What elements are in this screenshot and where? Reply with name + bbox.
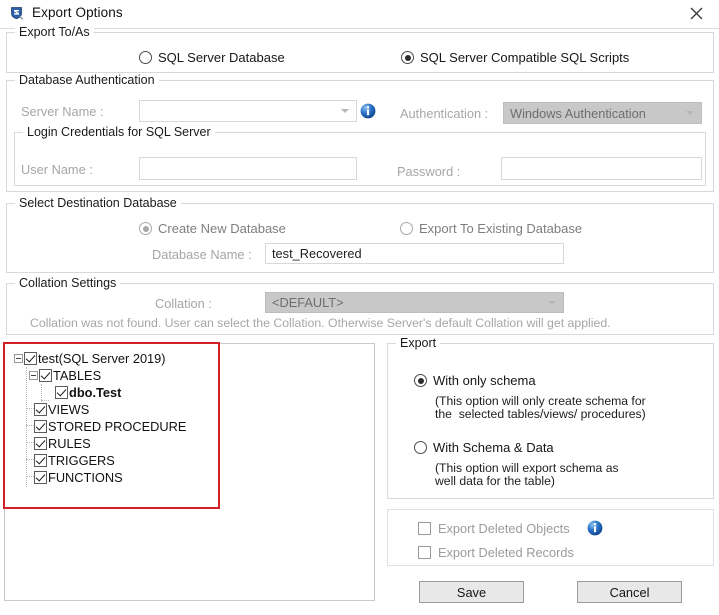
tree-node-label: dbo.Test xyxy=(69,385,122,400)
object-tree: test(SQL Server 2019) TABLES dbo.Test VI… xyxy=(5,344,374,600)
tree-node-dbo-test[interactable]: dbo.Test xyxy=(55,384,121,401)
export-options-legend: Export xyxy=(396,336,441,350)
checkbox-indicator[interactable] xyxy=(418,546,431,559)
tree-node-test[interactable]: test(SQL Server 2019) xyxy=(14,350,166,367)
database-name-value: test_Recovered xyxy=(272,246,362,261)
object-tree-listbox[interactable]: test(SQL Server 2019) TABLES dbo.Test VI… xyxy=(4,343,375,601)
radio-indicator[interactable] xyxy=(414,441,427,454)
authentication-label: Authentication : xyxy=(400,106,489,121)
radio-indicator[interactable] xyxy=(400,222,413,235)
tree-node-label: TRIGGERS xyxy=(48,453,115,468)
radio-export-to-existing-database[interactable]: Export To Existing Database xyxy=(400,221,582,236)
login-credentials-legend: Login Credentials for SQL Server xyxy=(23,125,215,139)
tree-checkbox[interactable] xyxy=(34,454,47,467)
tree-node-stored-procedure[interactable]: STORED PROCEDURE xyxy=(34,418,186,435)
collation-note: Collation was not found. User can select… xyxy=(30,316,611,330)
tree-guide xyxy=(26,459,34,460)
radio-indicator[interactable] xyxy=(139,222,152,235)
authentication-combobox[interactable]: Windows Authentication xyxy=(503,102,702,124)
tree-node-label: RULES xyxy=(48,436,91,451)
radio-sql-server-compatible-sql-scripts[interactable]: SQL Server Compatible SQL Scripts xyxy=(401,50,629,65)
tree-node-rules[interactable]: RULES xyxy=(34,435,91,452)
tree-node-views[interactable]: VIEWS xyxy=(34,401,89,418)
cancel-button-label: Cancel xyxy=(609,584,650,600)
user-name-input[interactable] xyxy=(139,157,357,180)
save-button[interactable]: Save xyxy=(419,581,524,603)
tree-checkbox[interactable] xyxy=(34,403,47,416)
radio-label: SQL Server Compatible SQL Scripts xyxy=(420,50,630,65)
radio-indicator[interactable] xyxy=(414,374,427,387)
tree-node-tables[interactable]: TABLES xyxy=(29,367,101,384)
select-destination-database-legend: Select Destination Database xyxy=(15,196,181,210)
radio-sql-server-database[interactable]: SQL Server Database xyxy=(139,50,285,65)
radio-label: With only schema xyxy=(433,373,536,388)
tree-node-functions[interactable]: FUNCTIONS xyxy=(34,469,123,486)
database-name-label: Database Name : xyxy=(152,247,252,262)
chevron-down-icon xyxy=(548,300,556,305)
export-deleted-objects-info-icon[interactable] xyxy=(587,520,603,536)
collation-value: <DEFAULT> xyxy=(272,295,344,310)
window-title: Export Options xyxy=(32,5,123,20)
radio-label: With Schema & Data xyxy=(433,440,554,455)
radio-label: Create New Database xyxy=(158,221,286,236)
radio-create-new-database[interactable]: Create New Database xyxy=(139,221,286,236)
with-only-schema-description-line2: the selected tables/views/ procedures) xyxy=(435,407,646,421)
tree-guide xyxy=(26,425,34,426)
user-name-label: User Name : xyxy=(21,162,93,177)
authentication-value: Windows Authentication xyxy=(510,105,646,121)
radio-with-only-schema[interactable]: With only schema xyxy=(414,373,536,388)
database-authentication-legend: Database Authentication xyxy=(15,73,159,87)
server-name-combobox[interactable] xyxy=(139,100,357,122)
tree-checkbox[interactable] xyxy=(24,352,37,365)
close-icon[interactable] xyxy=(673,0,719,27)
export-to-as-legend: Export To/As xyxy=(15,25,94,39)
with-only-schema-description-line1: (This option will only create schema for xyxy=(435,394,646,408)
tree-node-label: STORED PROCEDURE xyxy=(48,419,187,434)
collation-settings-legend: Collation Settings xyxy=(15,276,121,290)
checkbox-export-deleted-records[interactable]: Export Deleted Records xyxy=(418,545,574,560)
password-label: Password : xyxy=(397,164,461,179)
tree-checkbox[interactable] xyxy=(39,369,52,382)
tree-checkbox[interactable] xyxy=(34,471,47,484)
tree-guide xyxy=(26,367,27,487)
radio-label: SQL Server Database xyxy=(158,50,285,65)
chevron-down-icon xyxy=(341,109,349,113)
tree-node-label: VIEWS xyxy=(48,402,90,417)
tree-checkbox[interactable] xyxy=(34,437,47,450)
tree-guide xyxy=(26,442,34,443)
checkbox-export-deleted-objects[interactable]: Export Deleted Objects xyxy=(418,521,570,536)
chevron-down-icon xyxy=(686,111,694,115)
app-shield-icon xyxy=(9,5,26,22)
tree-node-label: FUNCTIONS xyxy=(48,470,123,485)
save-button-label: Save xyxy=(456,584,487,600)
tree-node-label: test(SQL Server 2019) xyxy=(38,351,166,366)
collapse-icon[interactable] xyxy=(14,354,23,363)
collapse-icon[interactable] xyxy=(29,371,38,380)
collation-combobox[interactable]: <DEFAULT> xyxy=(265,292,564,313)
password-input[interactable] xyxy=(501,157,702,180)
checkbox-indicator[interactable] xyxy=(418,522,431,535)
radio-label: Export To Existing Database xyxy=(419,221,583,236)
tree-guide xyxy=(26,476,34,477)
tree-checkbox[interactable] xyxy=(34,420,47,433)
with-schema-and-data-description-line1: (This option will export schema as xyxy=(435,461,619,475)
tree-guide xyxy=(26,408,34,409)
tree-node-label: TABLES xyxy=(53,368,102,383)
tree-checkbox[interactable] xyxy=(55,386,68,399)
collation-label: Collation : xyxy=(155,296,212,311)
cancel-button[interactable]: Cancel xyxy=(577,581,682,603)
checkbox-label: Export Deleted Objects xyxy=(438,521,570,536)
server-name-label: Server Name : xyxy=(21,104,104,119)
tree-node-triggers[interactable]: TRIGGERS xyxy=(34,452,115,469)
database-name-input[interactable]: test_Recovered xyxy=(265,243,564,264)
with-schema-and-data-description-line2: well data for the table) xyxy=(435,474,555,488)
checkbox-label: Export Deleted Records xyxy=(438,545,574,560)
radio-indicator[interactable] xyxy=(401,51,414,64)
radio-with-schema-and-data[interactable]: With Schema & Data xyxy=(414,440,554,455)
server-name-info-icon[interactable] xyxy=(360,103,376,119)
radio-indicator[interactable] xyxy=(139,51,152,64)
title-bar: Export Options xyxy=(0,0,719,29)
